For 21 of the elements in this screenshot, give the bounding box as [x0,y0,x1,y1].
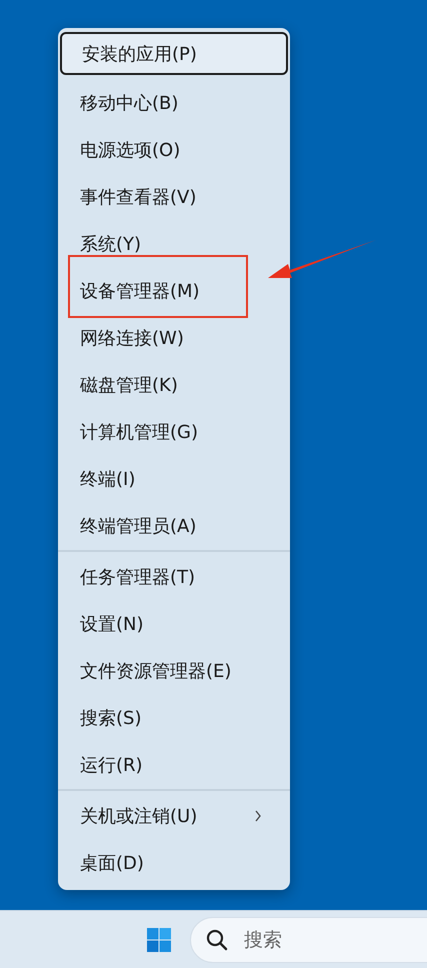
menu-item[interactable]: 安装的应用(P) [60,32,288,75]
search-field[interactable]: 搜索 [190,916,427,962]
menu-item[interactable]: 关机或注销(U) [58,792,290,839]
menu-item[interactable]: 运行(R) [58,741,290,788]
menu-item[interactable]: 任务管理器(T) [58,553,290,600]
search-icon [206,928,228,950]
menu-item[interactable]: 设置(N) [58,600,290,647]
menu-item[interactable]: 磁盘管理(K) [58,361,290,408]
menu-item[interactable]: 终端(I) [58,455,290,502]
menu-item[interactable]: 终端管理员(A) [58,502,290,549]
menu-item[interactable]: 网络连接(W) [58,314,290,361]
windows-logo-icon[interactable] [147,928,171,952]
menu-item[interactable]: 系统(Y) [58,220,290,267]
menu-item[interactable]: 事件查看器(V) [58,173,290,220]
menu-item[interactable]: 计算机管理(G) [58,408,290,455]
menu-item[interactable]: 电源选项(O) [58,126,290,173]
menu-item[interactable]: 设备管理器(M) [58,267,290,314]
menu-item[interactable]: 桌面(D) [58,839,290,886]
menu-item[interactable]: 搜索(S) [58,694,290,741]
menu-item[interactable]: 移动中心(B) [58,79,290,126]
menu-item[interactable]: 文件资源管理器(E) [58,647,290,694]
